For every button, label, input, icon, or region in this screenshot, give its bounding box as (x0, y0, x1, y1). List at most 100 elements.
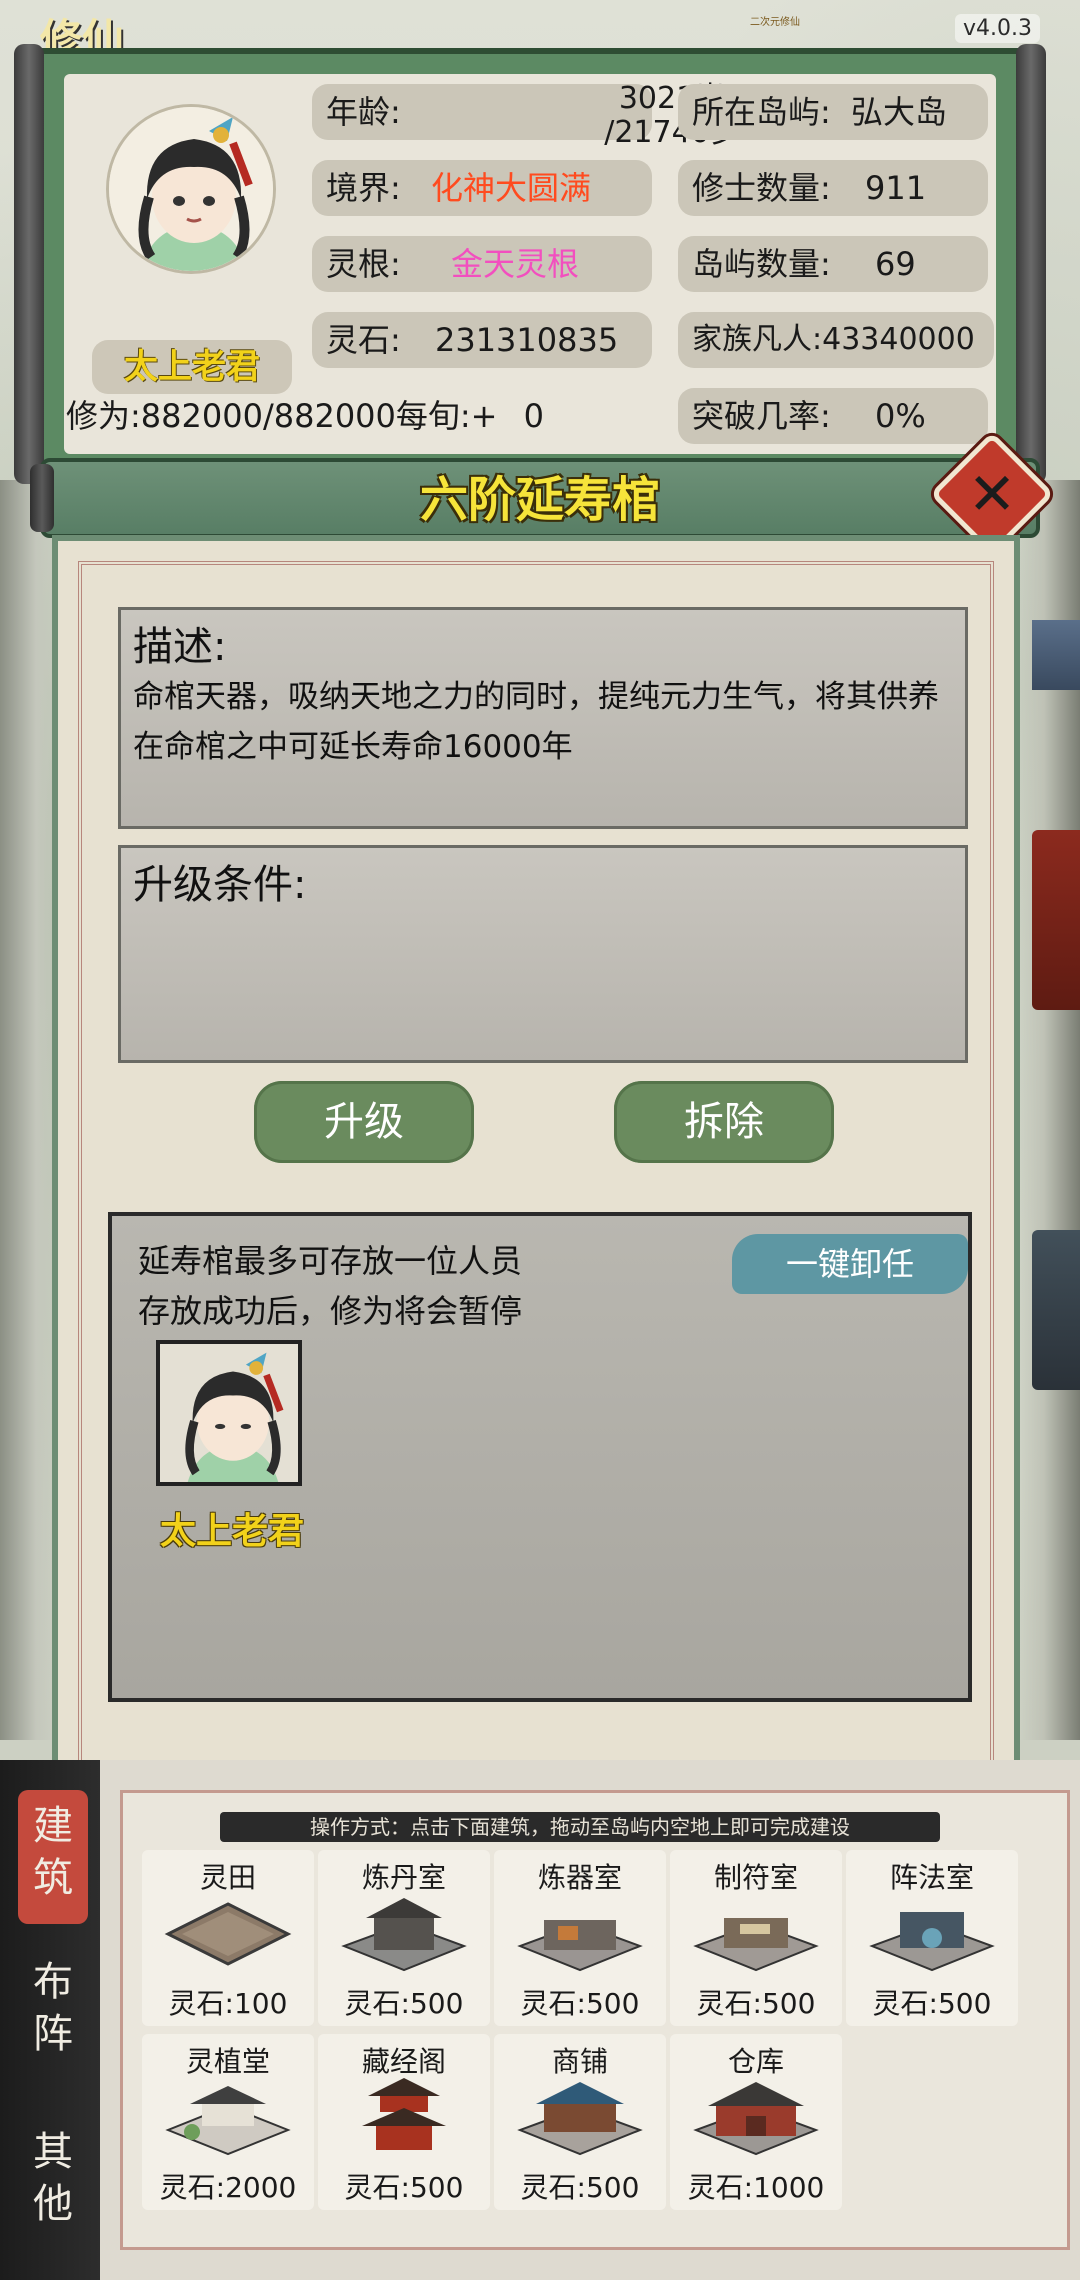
scripture-pavilion-icon (362, 2078, 446, 2150)
islands-count-field: 岛屿数量: 69 (678, 236, 988, 292)
spirit-stone-label: 灵石: (326, 321, 401, 359)
talisman-room-icon (693, 1918, 819, 1972)
building-card[interactable]: 灵田 灵石:100 (142, 1850, 314, 2026)
description-box: 描述: 命棺天器，吸纳天地之力的同时，提纯元力生气，将其供养在命棺之中可延长寿命… (118, 607, 968, 829)
building-cost: 灵石:500 (872, 1987, 992, 2020)
per-turn-label: 每旬:+ (395, 397, 498, 435)
character-portrait-icon (160, 1344, 298, 1482)
scroll-rod-left (14, 44, 44, 484)
building-name: 炼丹室 (361, 1861, 446, 1894)
mortals-field: 家族凡人:43340000 (678, 312, 994, 368)
character-name-tag[interactable]: 太上老君 (92, 340, 292, 394)
spirit-stone-value: 231310835 (434, 321, 619, 359)
building-name: 制符室 (713, 1861, 798, 1894)
building-card[interactable]: 阵法室 灵石:500 (846, 1850, 1018, 2026)
character-info-panel: 太上老君 年龄: 3021岁 /21740岁 境界: 化神大圆满 灵根: 金天灵… (14, 44, 1046, 484)
building-card[interactable]: 商铺 灵石:500 (494, 2034, 666, 2210)
shop-icon (517, 2082, 643, 2156)
building-cost: 灵石:100 (168, 1987, 288, 2020)
cultivation-value: 882000/882000 (140, 397, 396, 435)
building-card[interactable]: 藏经阁 灵石:500 (318, 2034, 490, 2210)
occupant-panel: 延寿棺最多可存放一位人员 存放成功后，修为将会暂停 一键卸任 太上老君 (108, 1212, 972, 1702)
upgrade-button[interactable]: 升级 (254, 1081, 474, 1163)
tab-buildings[interactable]: 建筑 (18, 1790, 88, 1924)
islands-count-value: 69 (874, 245, 916, 283)
building-name: 仓库 (727, 2045, 784, 2078)
description-title: 描述: (133, 624, 227, 670)
build-menu-tabs: 建筑 布阵 其他 (0, 1760, 100, 2280)
occupant-info-line: 存放成功后，修为将会暂停 (138, 1292, 523, 1330)
background-painting-left (0, 480, 60, 1740)
occupant-info-line: 延寿棺最多可存放一位人员 (138, 1242, 523, 1280)
realm-value: 化神大圆满 (430, 169, 591, 207)
breakthrough-field: 突破几率: 0% (678, 388, 988, 444)
island-field: 所在岛屿: 弘大岛 (678, 84, 988, 140)
cultivators-value: 911 (864, 169, 927, 207)
tab-buildings-label: 建筑 (33, 1803, 73, 1901)
building-cost: 灵石:500 (344, 2171, 464, 2204)
cultivators-label: 修士数量: (692, 169, 831, 207)
close-x-icon: ✕ (967, 460, 1017, 528)
breakthrough-value: 0% (874, 397, 926, 435)
building-name: 灵田 (199, 1861, 256, 1894)
formation-room-icon (869, 1912, 995, 1972)
herb-hall-icon (165, 2086, 291, 2156)
build-hint: 操作方式：点击下面建筑，拖动至岛屿内空地上即可完成建设 (220, 1812, 940, 1842)
tab-other[interactable]: 其他 (18, 2126, 88, 2230)
age-field: 年龄: 3021岁 /21740岁 (312, 82, 740, 150)
tab-other-label: 其他 (33, 2129, 73, 2227)
upgrade-conditions-box: 升级条件: (118, 845, 968, 1063)
islands-count-label: 岛屿数量: (692, 245, 831, 283)
building-cost: 灵石:500 (520, 1987, 640, 2020)
cultivation-label: 修为: (66, 397, 141, 435)
building-name: 商铺 (551, 2045, 608, 2078)
per-turn-value: 0 (523, 397, 545, 435)
character-info-content: 太上老君 年龄: 3021岁 /21740岁 境界: 化神大圆满 灵根: 金天灵… (64, 74, 996, 454)
building-card[interactable]: 灵植堂 灵石:2000 (142, 2034, 314, 2210)
modal-header: 六阶延寿棺 (30, 458, 1040, 538)
building-name: 藏经阁 (361, 2045, 446, 2078)
avatar[interactable] (106, 104, 276, 274)
occupant-avatar[interactable] (156, 1340, 302, 1486)
modal-title: 六阶延寿棺 (419, 472, 660, 528)
spirit-root-field: 灵根: 金天灵根 (312, 236, 652, 292)
occupant-name: 太上老君 (159, 1511, 304, 1552)
building-cost: 灵石:1000 (687, 2171, 825, 2204)
tab-formation[interactable]: 布阵 (18, 1956, 88, 2060)
tab-formation-label: 布阵 (33, 1959, 73, 2057)
building-card[interactable]: 仓库 灵石:1000 (670, 2034, 842, 2210)
spirit-root-label: 灵根: (326, 245, 401, 283)
building-cost: 灵石:500 (696, 1987, 816, 2020)
breakthrough-label: 突破几率: (692, 397, 831, 435)
realm-label: 境界: (326, 169, 401, 207)
description-text: 命棺天器，吸纳天地之力的同时，提纯元力生气，将其供养在命棺之中可延长寿命1600… (133, 679, 939, 765)
island-label: 所在岛屿: (692, 93, 831, 131)
dismiss-all-button[interactable]: 一键卸任 (732, 1234, 968, 1294)
building-card[interactable]: 炼丹室 灵石:500 (318, 1850, 490, 2026)
building-name: 灵植堂 (185, 2045, 270, 2078)
spirit-stone-field: 灵石: 231310835 (312, 312, 652, 368)
building-cost: 灵石:500 (344, 1987, 464, 2020)
upgrade-conditions-title: 升级条件: (133, 862, 307, 908)
building-card[interactable]: 炼器室 灵石:500 (494, 1850, 666, 2026)
alchemy-room-icon (341, 1898, 467, 1972)
age-label: 年龄: (326, 93, 401, 131)
building-cost: 灵石:2000 (159, 2171, 297, 2204)
background-building (1032, 620, 1080, 690)
spirit-root-value: 金天灵根 (450, 245, 579, 283)
scroll-rod-right (1016, 44, 1046, 484)
building-cost: 灵石:500 (520, 2171, 640, 2204)
building-name: 炼器室 (537, 1861, 622, 1894)
cultivators-field: 修士数量: 911 (678, 160, 988, 216)
forge-room-icon (517, 1920, 643, 1972)
demolish-button[interactable]: 拆除 (614, 1081, 834, 1163)
mortals-label: 家族凡人: (692, 322, 823, 357)
cultivation-field: 修为:882000/882000每旬:+ 0 (66, 388, 658, 444)
background-building (1032, 1230, 1080, 1390)
building-card[interactable]: 制符室 灵石:500 (670, 1850, 842, 2026)
version-label: v4.0.3 (955, 14, 1040, 43)
warehouse-icon (693, 2082, 819, 2156)
island-value: 弘大岛 (850, 93, 947, 131)
realm-field: 境界: 化神大圆满 (312, 160, 652, 216)
building-name: 阵法室 (889, 1861, 974, 1894)
